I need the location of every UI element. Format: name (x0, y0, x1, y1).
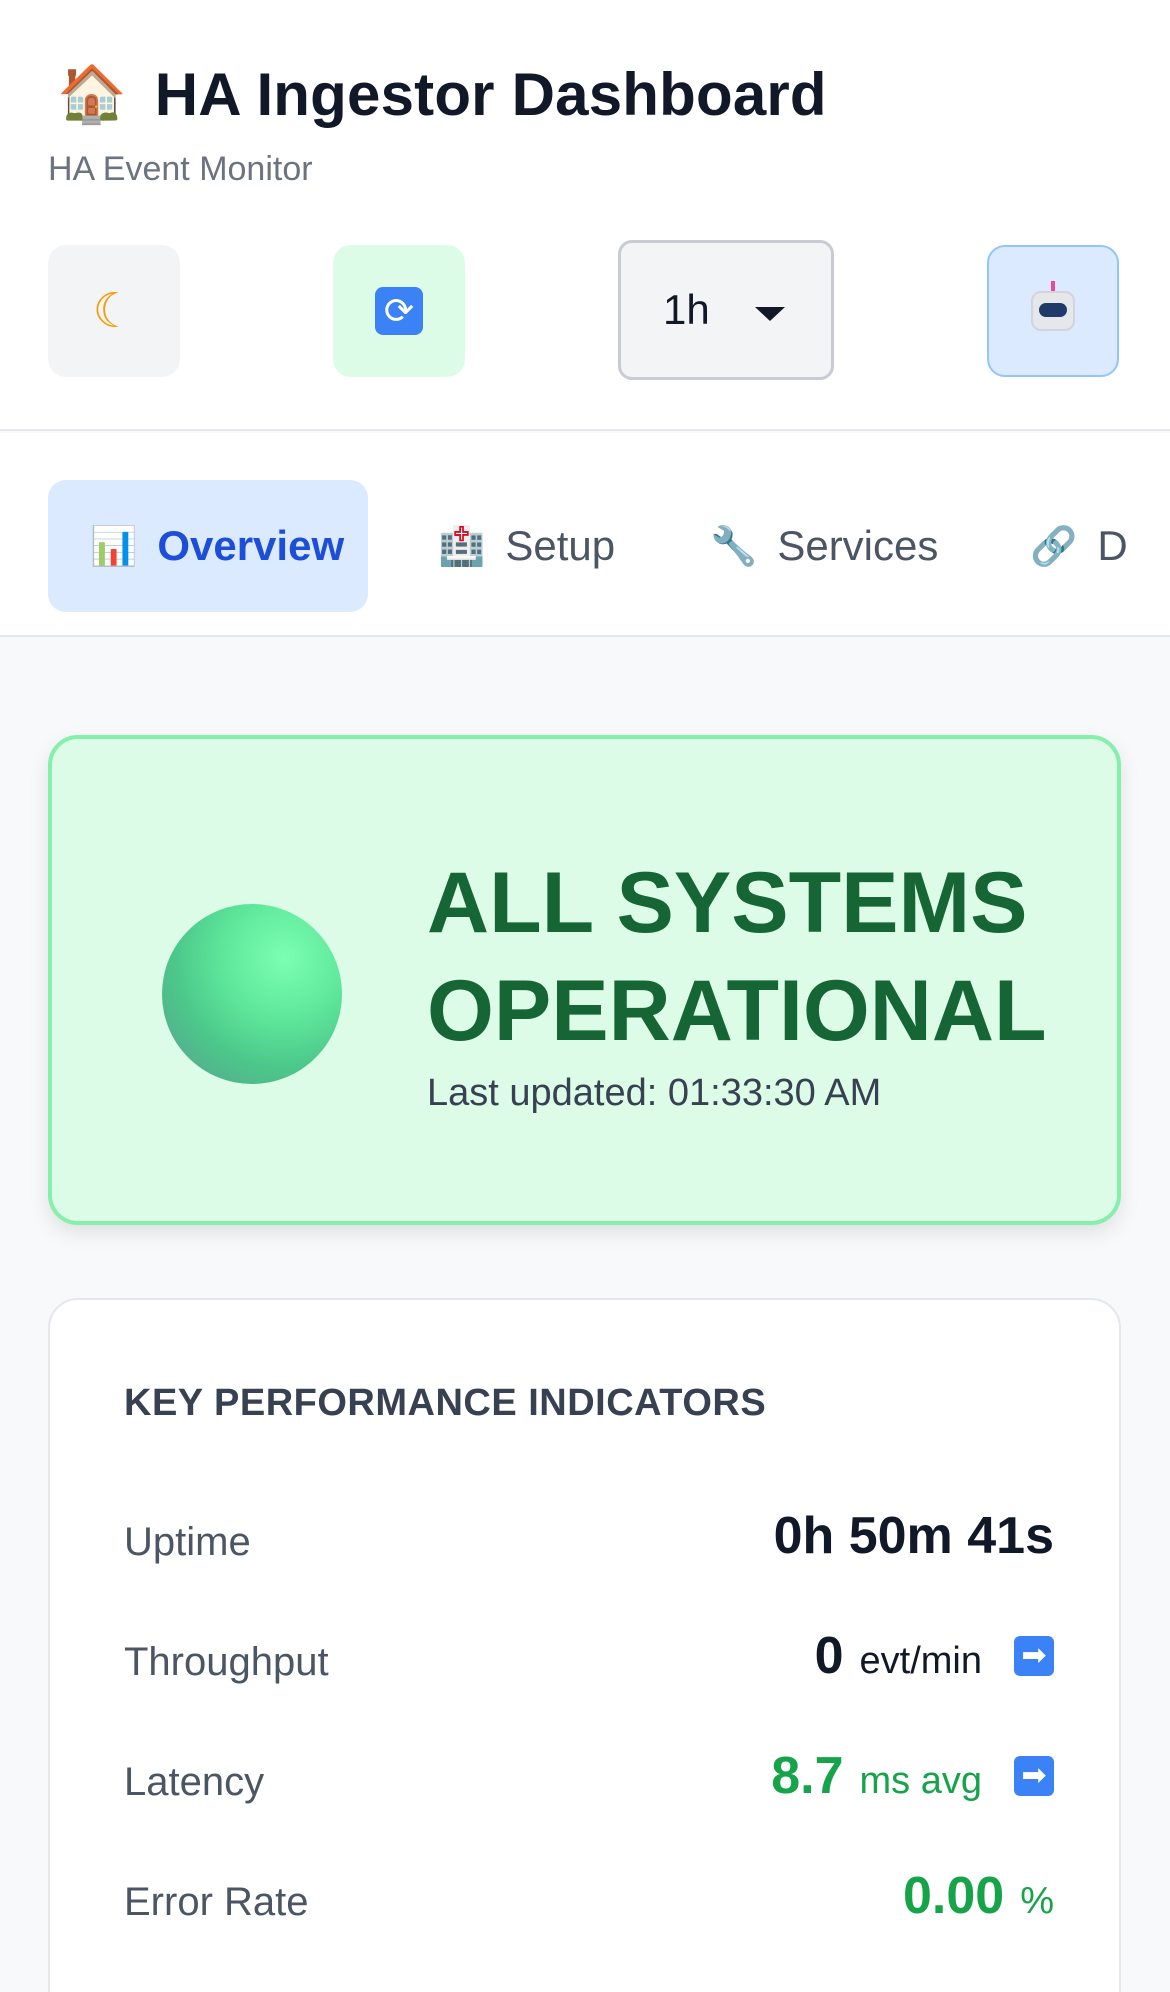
latency-unit: ms avg (859, 1760, 982, 1802)
kpi-value: 0 evt/min ➡ (815, 1626, 1054, 1686)
tab-services[interactable]: 🔧 Services (710, 480, 938, 612)
tab-overview[interactable]: 📊 Overview (48, 480, 368, 612)
refresh-button[interactable]: ⟳ (333, 245, 465, 377)
tab-label: Services (777, 522, 939, 569)
status-indicator (162, 904, 342, 1084)
bar-chart-icon: 📊 (90, 523, 138, 568)
latency-value: 8.7 (771, 1747, 844, 1805)
chevron-down-icon (755, 307, 785, 321)
app-header: 🏠 HA Ingestor Dashboard HA Event Monitor… (0, 0, 1170, 431)
system-status-card: ALL SYSTEMS OPERATIONAL Last updated: 01… (48, 735, 1121, 1225)
kpi-label: Latency (124, 1760, 265, 1804)
error-rate-value: 0.00 (902, 1867, 1005, 1925)
kpi-heading: KEY PERFORMANCE INDICATORS (124, 1382, 767, 1424)
kpi-row-throughput: Throughput 0 evt/min ➡ (124, 1626, 1054, 1706)
last-updated-time: 01:33:30 AM (667, 1072, 882, 1114)
last-updated-label: Last updated: (427, 1072, 658, 1114)
tab-setup[interactable]: 🏥 Setup (438, 480, 615, 612)
throughput-unit: evt/min (859, 1640, 982, 1682)
uptime-value: 0h 50m 41s (773, 1507, 1054, 1565)
throughput-value: 0 (814, 1627, 844, 1685)
tab-label: Setup (505, 522, 616, 569)
house-icon: 🏠 (57, 61, 127, 127)
tab-label: D (1097, 522, 1128, 569)
kpi-card: KEY PERFORMANCE INDICATORS Uptime 0h 50m… (48, 1298, 1121, 1992)
page-subtitle: HA Event Monitor (48, 150, 313, 188)
tab-label: Overview (157, 522, 345, 569)
kpi-value: 0h 50m 41s (774, 1506, 1054, 1566)
wrench-icon: 🔧 (710, 523, 758, 568)
status-title: ALL SYSTEMS OPERATIONAL (427, 855, 1047, 1059)
right-arrow-icon: ➡ (1014, 1636, 1054, 1676)
title-row: 🏠 HA Ingestor Dashboard (57, 60, 827, 129)
tab-d[interactable]: 🔗 D (1030, 480, 1128, 612)
kpi-label: Throughput (124, 1640, 329, 1684)
right-arrow-icon: ➡ (1014, 1756, 1054, 1796)
kpi-row-error-rate: Error Rate 0.00 % (124, 1866, 1054, 1946)
kpi-value: 8.7 ms avg ➡ (771, 1746, 1054, 1806)
tab-bar: 📊 Overview 🏥 Setup 🔧 Services 🔗 D (0, 433, 1170, 637)
link-icon: 🔗 (1030, 523, 1078, 568)
kpi-label: Uptime (124, 1520, 251, 1564)
kpi-row-uptime: Uptime 0h 50m 41s (124, 1506, 1054, 1586)
error-rate-unit: % (1020, 1880, 1054, 1922)
refresh-icon: ⟳ (375, 287, 423, 335)
page-title: HA Ingestor Dashboard (154, 61, 827, 128)
kpi-label: Error Rate (124, 1880, 309, 1924)
hospital-icon: 🏥 (438, 523, 486, 568)
kpi-row-latency: Latency 8.7 ms avg ➡ (124, 1746, 1054, 1826)
kpi-value: 0.00 % (903, 1866, 1054, 1926)
time-range-select[interactable]: 1h (618, 240, 834, 380)
time-range-value: 1h (663, 286, 710, 333)
last-updated: Last updated: 01:33:30 AM (427, 1072, 881, 1115)
moon-icon: ☾ (92, 283, 136, 339)
assistant-button[interactable] (987, 245, 1119, 377)
robot-icon (1031, 281, 1075, 331)
theme-toggle-button[interactable]: ☾ (48, 245, 180, 377)
